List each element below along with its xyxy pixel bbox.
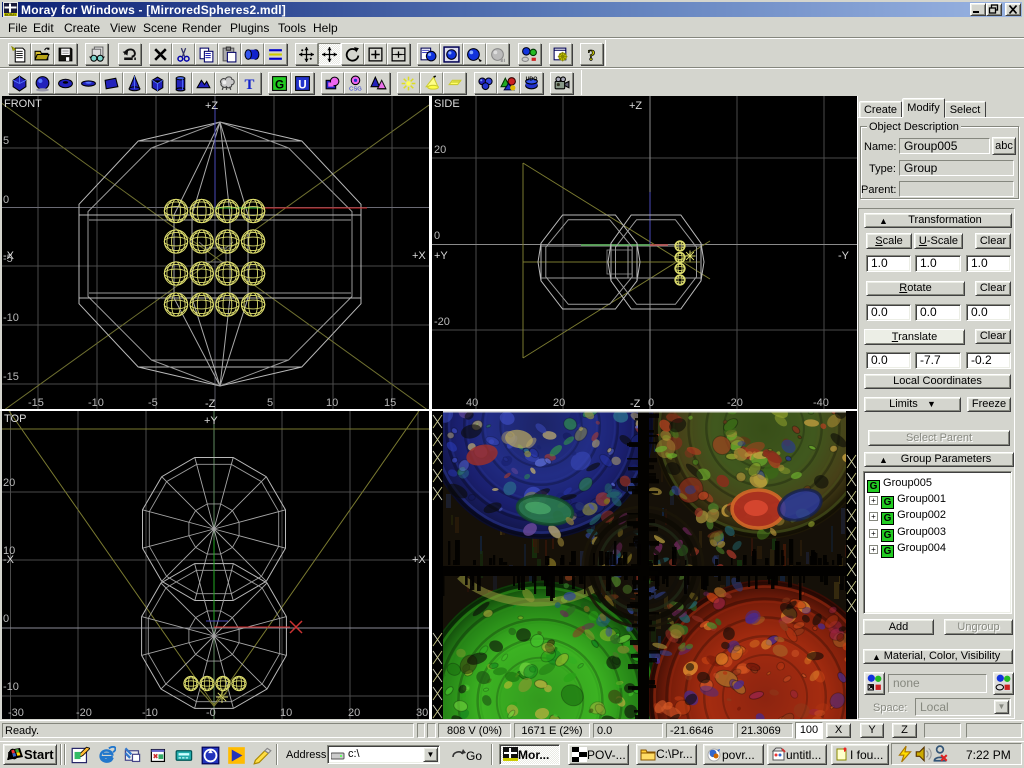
svg-text:-20: -20 (434, 316, 450, 328)
svg-text:-15: -15 (28, 397, 44, 409)
svg-text:-Y: -Y (838, 250, 850, 262)
svg-text:-10: -10 (88, 397, 104, 409)
svg-text:+X: +X (412, 554, 426, 566)
svg-text:-10: -10 (3, 681, 19, 693)
svg-text:5: 5 (267, 397, 273, 409)
svg-text:5: 5 (3, 135, 9, 147)
svg-text:40: 40 (466, 397, 478, 409)
svg-text:15: 15 (384, 397, 396, 409)
svg-text:20: 20 (348, 707, 360, 719)
svg-text:-X: -X (3, 554, 15, 566)
svg-text:0: 0 (3, 613, 9, 625)
svg-text:-X: -X (3, 250, 15, 262)
svg-text:0: 0 (3, 194, 9, 206)
svg-text:+X: +X (412, 250, 426, 262)
svg-text:-10: -10 (3, 312, 19, 324)
svg-text:T: T (245, 77, 255, 92)
svg-text:TOP: TOP (4, 413, 26, 425)
svg-text:-20: -20 (76, 707, 92, 719)
svg-text:+Z: +Z (205, 100, 218, 112)
svg-text:+Y: +Y (434, 250, 448, 262)
svg-text:FRONT: FRONT (4, 98, 42, 110)
svg-text:-20: -20 (727, 397, 743, 409)
svg-text:G: G (275, 78, 284, 91)
svg-text:-0: -0 (206, 707, 216, 719)
svg-text:+Y: +Y (204, 415, 218, 427)
svg-text:-5: -5 (148, 397, 158, 409)
svg-text:MORAY: MORAY (5, 13, 17, 17)
svg-text:-Z: -Z (205, 398, 216, 410)
svg-text:0: 0 (648, 397, 654, 409)
svg-text:-15: -15 (3, 371, 19, 383)
svg-text:U: U (298, 78, 306, 91)
svg-text:+Z: +Z (629, 100, 642, 112)
svg-text:-40: -40 (813, 397, 829, 409)
svg-text:CSG: CSG (349, 86, 362, 92)
svg-text:30: 30 (416, 707, 428, 719)
svg-text:20: 20 (553, 397, 565, 409)
svg-text:20: 20 (3, 477, 15, 489)
svg-text:10: 10 (326, 397, 338, 409)
svg-text:-30: -30 (8, 707, 24, 719)
svg-text:-Z: -Z (630, 398, 641, 410)
svg-text:20: 20 (434, 144, 446, 156)
svg-text:UDO: UDO (526, 76, 538, 82)
svg-text:-10: -10 (142, 707, 158, 719)
svg-text:SIDE: SIDE (434, 98, 460, 110)
svg-text:?: ? (588, 47, 596, 63)
svg-text:0: 0 (434, 230, 440, 242)
svg-text:10: 10 (280, 707, 292, 719)
